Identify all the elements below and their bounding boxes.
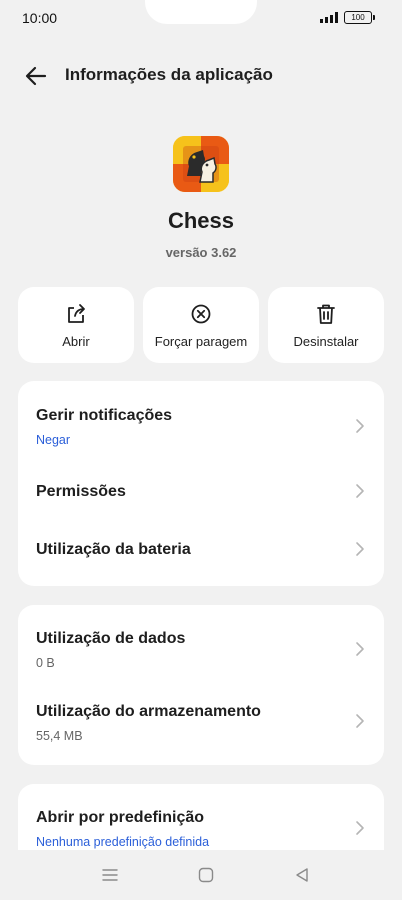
status-time: 10:00 xyxy=(22,10,58,26)
arrow-left-icon xyxy=(25,66,47,86)
home-icon xyxy=(198,867,214,883)
uninstall-button[interactable]: Desinstalar xyxy=(268,287,384,363)
data-usage-title: Utilização de dados xyxy=(36,630,186,647)
storage-usage-row[interactable]: Utilização do armazenamento 55,4 MB xyxy=(18,683,384,765)
manage-notifications-value: Negar xyxy=(36,433,71,447)
system-back-button[interactable] xyxy=(293,866,311,884)
battery-icon: 100 xyxy=(344,11,375,24)
battery-usage-title: Utilização da bateria xyxy=(36,541,191,558)
signal-icon xyxy=(320,12,338,23)
chevron-right-icon xyxy=(356,714,364,728)
menu-icon xyxy=(102,869,118,881)
recent-apps-button[interactable] xyxy=(101,866,119,884)
app-name: Chess xyxy=(167,208,235,233)
uninstall-label: Desinstalar xyxy=(293,334,359,349)
settings-card-2: Utilização de dados 0 B Utilização do ar… xyxy=(18,605,384,765)
settings-card-3: Abrir por predefinição Nenhuma predefini… xyxy=(18,784,384,850)
chevron-right-icon xyxy=(356,642,364,656)
status-bar: 10:00 100 xyxy=(0,0,402,36)
close-circle-icon xyxy=(191,304,211,324)
chess-app-icon xyxy=(173,136,229,192)
open-by-default-value: Nenhuma predefinição definida xyxy=(36,835,210,849)
camera-notch xyxy=(145,0,257,24)
manage-notifications-title: Gerir notificações xyxy=(36,407,173,424)
app-version: versão 3.62 xyxy=(165,245,237,260)
open-external-icon xyxy=(68,304,85,323)
system-navigation-bar xyxy=(0,850,402,900)
storage-usage-title: Utilização do armazenamento xyxy=(36,703,261,720)
open-label: Abrir xyxy=(62,334,90,349)
permissions-title: Permissões xyxy=(36,483,126,500)
battery-usage-row[interactable]: Utilização da bateria xyxy=(18,521,384,586)
data-usage-value: 0 B xyxy=(36,656,55,670)
status-indicators: 100 xyxy=(320,11,375,24)
app-bar: Informações da aplicação xyxy=(0,56,402,96)
data-usage-row[interactable]: Utilização de dados 0 B xyxy=(18,605,384,683)
back-triangle-icon xyxy=(296,868,308,882)
manage-notifications-row[interactable]: Gerir notificações Negar xyxy=(18,381,384,461)
open-button[interactable]: Abrir xyxy=(18,287,134,363)
permissions-row[interactable]: Permissões xyxy=(18,461,384,521)
settings-card-1: Gerir notificações Negar Permissões Util… xyxy=(18,381,384,586)
open-by-default-row[interactable]: Abrir por predefinição Nenhuma predefini… xyxy=(18,784,384,850)
chevron-right-icon xyxy=(356,542,364,556)
trash-icon xyxy=(317,304,335,324)
back-button[interactable] xyxy=(22,62,50,90)
chevron-right-icon xyxy=(356,484,364,498)
storage-usage-value: 55,4 MB xyxy=(36,729,83,743)
open-by-default-title: Abrir por predefinição xyxy=(36,809,205,826)
force-stop-label: Forçar paragem xyxy=(154,334,248,349)
force-stop-button[interactable]: Forçar paragem xyxy=(143,287,259,363)
page-title: Informações da aplicação xyxy=(65,65,273,84)
chevron-right-icon xyxy=(356,419,364,433)
chevron-right-icon xyxy=(356,821,364,835)
home-button[interactable] xyxy=(197,866,215,884)
